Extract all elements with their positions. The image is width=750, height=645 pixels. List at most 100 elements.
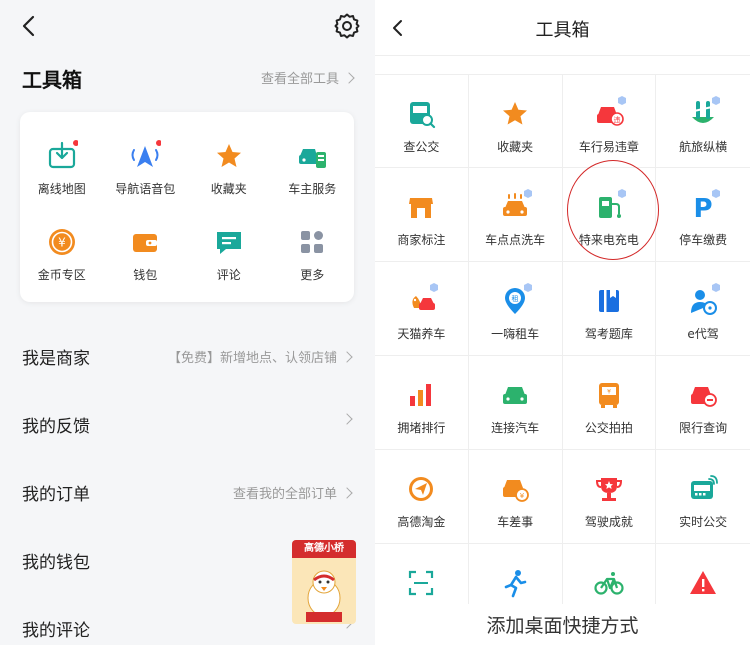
- tools-grid: 查公交 收藏夹 违 车行易违章 航旅纵横 商家标注 车点点洗车 特来电充电 P …: [375, 74, 750, 638]
- menu-right: [341, 413, 353, 425]
- svg-text:租: 租: [512, 295, 519, 303]
- car-rent-icon: 租: [505, 283, 533, 314]
- menu-feedback[interactable]: 我的反馈: [0, 390, 375, 458]
- gold-icon: [409, 477, 434, 501]
- grid-tool-label: 停车缴费: [679, 233, 728, 247]
- tmall-car-icon: [412, 283, 439, 310]
- grid-tool-restriction[interactable]: 限行查询: [656, 356, 750, 449]
- tool-label: 导航语音包: [115, 182, 176, 196]
- grid-tool-driving-exam[interactable]: 驾考题库: [563, 262, 657, 355]
- shop-icon: [409, 198, 434, 218]
- promo-title: 高德小桥: [292, 540, 356, 558]
- grid-tool-car-rent[interactable]: 租 一嗨租车: [469, 262, 563, 355]
- back-arrow-icon[interactable]: [18, 14, 40, 38]
- car-wash-icon: [503, 189, 533, 216]
- grid-row: 查公交 收藏夹 违 车行易违章 航旅纵横: [375, 74, 750, 168]
- offline-map-icon: [48, 140, 78, 169]
- grid-tool-parking[interactable]: P 停车缴费: [656, 168, 750, 261]
- grid-tool-label: 限行查询: [679, 421, 728, 435]
- car-service-icon: [299, 149, 327, 168]
- menu-right: 查看我的全部订单: [232, 483, 353, 502]
- menu-title: 我的反馈: [22, 417, 90, 437]
- trophy-icon: [595, 478, 622, 501]
- promo-banner[interactable]: 高德小桥: [292, 540, 356, 624]
- menu-right-text: 查看我的全部订单: [232, 487, 337, 502]
- svg-text:¥: ¥: [607, 389, 611, 396]
- menu-title: 我是商家: [22, 349, 90, 369]
- grid-tool-trophy[interactable]: 驾驶成就: [563, 450, 657, 543]
- chevron-right-icon: [341, 413, 353, 425]
- gear-icon[interactable]: [333, 12, 361, 40]
- menu-merchant[interactable]: 我是商家 【免费】新增地点、认领店铺: [0, 322, 375, 390]
- grid-tool-tmall-car[interactable]: 天猫养车: [375, 262, 469, 355]
- menu-title: 我的钱包: [22, 553, 90, 573]
- grid-tool-driver[interactable]: e代驾: [656, 262, 750, 355]
- grid-row: 商家标注 车点点洗车 特来电充电 P 停车缴费: [375, 168, 750, 262]
- chevron-right-icon: [343, 71, 355, 84]
- menu-title: 我的评论: [22, 621, 90, 641]
- grid-tool-realtime-bus[interactable]: 实时公交: [656, 450, 750, 543]
- tool-coin-zone[interactable]: ¥ 金币专区: [20, 212, 104, 298]
- toolbox-card: 离线地图 导航语音包 收藏夹 车主服务 ¥ 金币专区 钱包 评论 更多: [20, 112, 354, 302]
- grid-tool-label: 商家标注: [397, 233, 446, 247]
- driving-exam-icon: [598, 290, 619, 312]
- svg-text:违: 违: [613, 116, 620, 124]
- grid-tool-bus-photo[interactable]: ¥ 公交拍拍: [563, 356, 657, 449]
- grid-tool-label: 航旅纵横: [679, 140, 728, 154]
- grid-row: 拥堵排行 连接汽车 ¥ 公交拍拍 限行查询: [375, 356, 750, 450]
- bus-photo-icon: ¥: [598, 383, 619, 408]
- grid-tool-car-wash[interactable]: 车点点洗车: [469, 168, 563, 261]
- tool-label: 收藏夹: [210, 182, 247, 196]
- grid-tool-label: 车点点洗车: [485, 233, 546, 247]
- tool-nav-voice[interactable]: 导航语音包: [104, 126, 188, 212]
- grid-tool-label: 一嗨租车: [491, 327, 540, 341]
- svg-text:P: P: [694, 194, 713, 224]
- grid-tool-label: 实时公交: [679, 515, 728, 529]
- grid-row: 高德淘金 ¥ 车差事 驾驶成就 实时公交: [375, 450, 750, 544]
- tool-more[interactable]: 更多: [271, 212, 355, 298]
- grid-tool-label: 特来电充电: [578, 233, 639, 247]
- tool-label: 车主服务: [288, 182, 337, 196]
- parking-icon: P: [694, 189, 721, 224]
- violation-icon: 违: [596, 96, 626, 126]
- bus-search-icon: [410, 102, 436, 129]
- grid-tool-connect-car[interactable]: 连接汽车: [469, 356, 563, 449]
- grid-tool-label: 收藏夹: [497, 140, 534, 154]
- grid-tool-car-errand[interactable]: ¥ 车差事: [469, 450, 563, 543]
- bike-icon: [594, 572, 624, 595]
- menu-orders[interactable]: 我的订单 查看我的全部订单: [0, 458, 375, 526]
- grid-tool-shop-mark[interactable]: 商家标注: [375, 168, 469, 261]
- grid-tool-violation[interactable]: 违 车行易违章: [563, 75, 657, 167]
- realtime-bus-icon: [691, 475, 719, 499]
- tool-offline-map[interactable]: 离线地图: [20, 126, 104, 212]
- grid-tool-label: 车行易违章: [578, 140, 639, 154]
- grid-tool-label: 高德淘金: [397, 515, 446, 529]
- grid-tool-label: 查公交: [403, 140, 440, 154]
- grid-tool-gold[interactable]: 高德淘金: [375, 450, 469, 543]
- congestion-icon: [410, 384, 432, 406]
- view-all-tools-link[interactable]: 查看全部工具: [261, 68, 355, 87]
- restriction-icon: [691, 387, 718, 407]
- tool-favorites[interactable]: 收藏夹: [187, 126, 271, 212]
- tool-label: 离线地图: [37, 182, 86, 196]
- star-icon: [216, 144, 241, 167]
- grid-tool-label: 天猫养车: [397, 327, 446, 341]
- grid-tool-bus-search[interactable]: 查公交: [375, 75, 469, 167]
- grid-tool-congestion[interactable]: 拥堵排行: [375, 356, 469, 449]
- tool-comment[interactable]: 评论: [187, 212, 271, 298]
- chevron-right-icon: [341, 486, 353, 499]
- flight-icon: [692, 96, 721, 123]
- add-desktop-shortcut-button[interactable]: 添加桌面快捷方式: [375, 604, 750, 645]
- tool-label: 金币专区: [37, 268, 86, 282]
- tool-wallet[interactable]: 钱包: [104, 212, 188, 298]
- warning-car-icon: [690, 571, 717, 594]
- svg-text:¥: ¥: [58, 236, 66, 250]
- grid-row: 天猫养车 租 一嗨租车 驾考题库 e代驾: [375, 262, 750, 356]
- grid-tool-charging[interactable]: 特来电充电: [563, 168, 657, 261]
- page-title: 工具箱: [535, 20, 590, 41]
- grid-tool-flight[interactable]: 航旅纵横: [656, 75, 750, 167]
- tool-car-service[interactable]: 车主服务: [271, 126, 355, 212]
- run-icon: [504, 570, 527, 598]
- grid-tool-label: e代驾: [687, 327, 719, 341]
- grid-tool-favorites[interactable]: 收藏夹: [469, 75, 563, 167]
